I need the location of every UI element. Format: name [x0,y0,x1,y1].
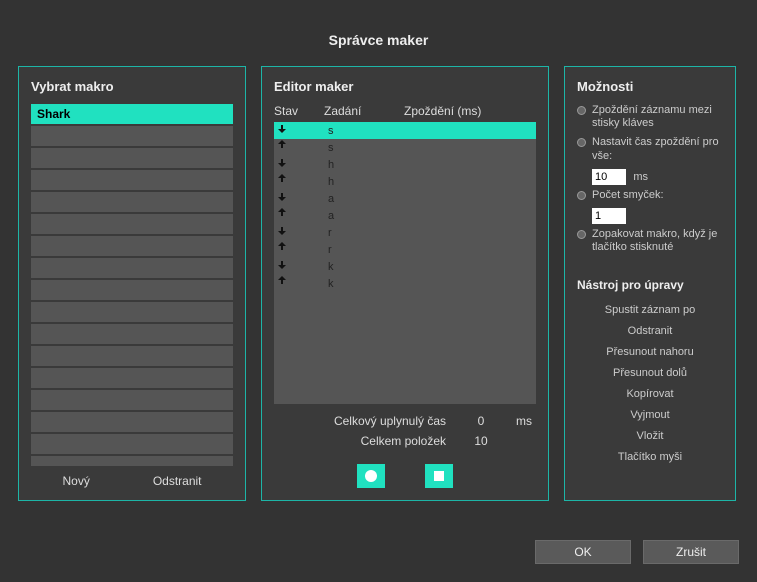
editor-row[interactable]: h [274,156,536,173]
editor-list[interactable]: sshhaarrkk [274,122,536,404]
opt-loop-count[interactable]: Počet smyček: [577,189,723,202]
delay-all-input[interactable] [592,169,626,185]
macro-row[interactable]: Shark [31,104,233,124]
dialog-title: Správce maker [0,0,757,66]
editor-totals: Celkový uplynulý čas 0 ms Celkem položek… [274,414,536,454]
keydown-icon [278,157,290,169]
tool-item[interactable]: Spustit záznam po [577,304,723,316]
editor-row[interactable]: k [274,275,536,292]
new-macro-button[interactable]: Nový [62,474,89,488]
macro-list[interactable]: Shark [31,104,233,466]
macro-row[interactable] [31,236,233,256]
keydown-icon [278,259,290,271]
key-label: r [328,244,408,256]
opt-delay-between[interactable]: Zpoždění záznamu mezi stisky kláves [577,104,723,130]
radio-icon [577,106,586,115]
keyup-icon [278,174,290,186]
key-label: r [328,227,408,239]
macro-row[interactable] [31,148,233,168]
radio-icon [577,138,586,147]
macro-list-heading: Vybrat makro [31,79,233,94]
editor-row[interactable]: k [274,258,536,275]
tools-heading: Nástroj pro úpravy [577,278,723,292]
editor-row[interactable]: h [274,173,536,190]
opt-set-delay-all[interactable]: Nastavit čas zpoždění pro vše: [577,136,723,162]
macro-list-panel: Vybrat makro Shark Nový Odstranit [18,66,246,501]
elapsed-label: Celkový uplynulý čas [334,414,446,428]
keyup-icon [278,242,290,254]
stop-button[interactable] [425,464,453,488]
col-state-header: Stav [274,104,324,118]
key-label: h [328,176,408,188]
keyup-icon [278,208,290,220]
editor-row[interactable]: a [274,190,536,207]
options-heading: Možnosti [577,79,723,94]
editor-row[interactable]: r [274,241,536,258]
col-input-header: Zadání [324,104,404,118]
macro-row[interactable] [31,192,233,212]
editor-row[interactable]: r [274,224,536,241]
editor-header: Stav Zadání Zpoždění (ms) [274,104,536,118]
key-label: a [328,193,408,205]
editor-panel: Editor maker Stav Zadání Zpoždění (ms) s… [261,66,549,501]
tool-item[interactable]: Tlačítko myši [577,451,723,463]
delete-macro-button[interactable]: Odstranit [153,474,202,488]
keyup-icon [278,140,290,152]
radio-icon [577,191,586,200]
tool-item[interactable]: Kopírovat [577,388,723,400]
col-delay-header: Zpoždění (ms) [404,104,536,118]
options-panel: Možnosti Zpoždění záznamu mezi stisky kl… [564,66,736,501]
keydown-icon [278,191,290,203]
editor-heading: Editor maker [274,79,536,94]
macro-row[interactable] [31,434,233,454]
editor-row[interactable]: a [274,207,536,224]
key-label: s [328,142,408,154]
macro-row[interactable] [31,302,233,322]
macro-row[interactable] [31,170,233,190]
tool-item[interactable]: Vložit [577,430,723,442]
keydown-icon [278,123,290,135]
items-value: 10 [466,434,496,448]
ok-button[interactable]: OK [535,540,631,564]
opt-repeat-held[interactable]: Zopakovat makro, když je tlačítko stiskn… [577,228,723,254]
editor-row[interactable]: s [274,139,536,156]
tool-item[interactable]: Odstranit [577,325,723,337]
cancel-button[interactable]: Zrušit [643,540,739,564]
macro-row[interactable] [31,324,233,344]
macro-row[interactable] [31,456,233,466]
macro-row[interactable] [31,346,233,366]
record-icon [365,470,377,482]
macro-row[interactable] [31,280,233,300]
key-label: h [328,159,408,171]
macro-row[interactable] [31,390,233,410]
macro-row[interactable] [31,368,233,388]
items-label: Celkem položek [361,434,446,448]
stop-icon [434,471,444,481]
macro-row[interactable] [31,258,233,278]
key-label: a [328,210,408,222]
record-button[interactable] [357,464,385,488]
key-label: k [328,278,408,290]
loop-count-input[interactable] [592,208,626,224]
keyup-icon [278,276,290,288]
tool-item[interactable]: Přesunout nahoru [577,346,723,358]
keydown-icon [278,225,290,237]
tool-item[interactable]: Přesunout dolů [577,367,723,379]
macro-row[interactable] [31,126,233,146]
elapsed-unit: ms [516,414,536,428]
editor-row[interactable]: s [274,122,536,139]
tool-item[interactable]: Vyjmout [577,409,723,421]
key-label: k [328,261,408,273]
macro-row[interactable] [31,214,233,234]
delay-all-unit: ms [633,171,648,183]
key-label: s [328,125,408,137]
radio-icon [577,230,586,239]
elapsed-value: 0 [466,414,496,428]
macro-row[interactable] [31,412,233,432]
